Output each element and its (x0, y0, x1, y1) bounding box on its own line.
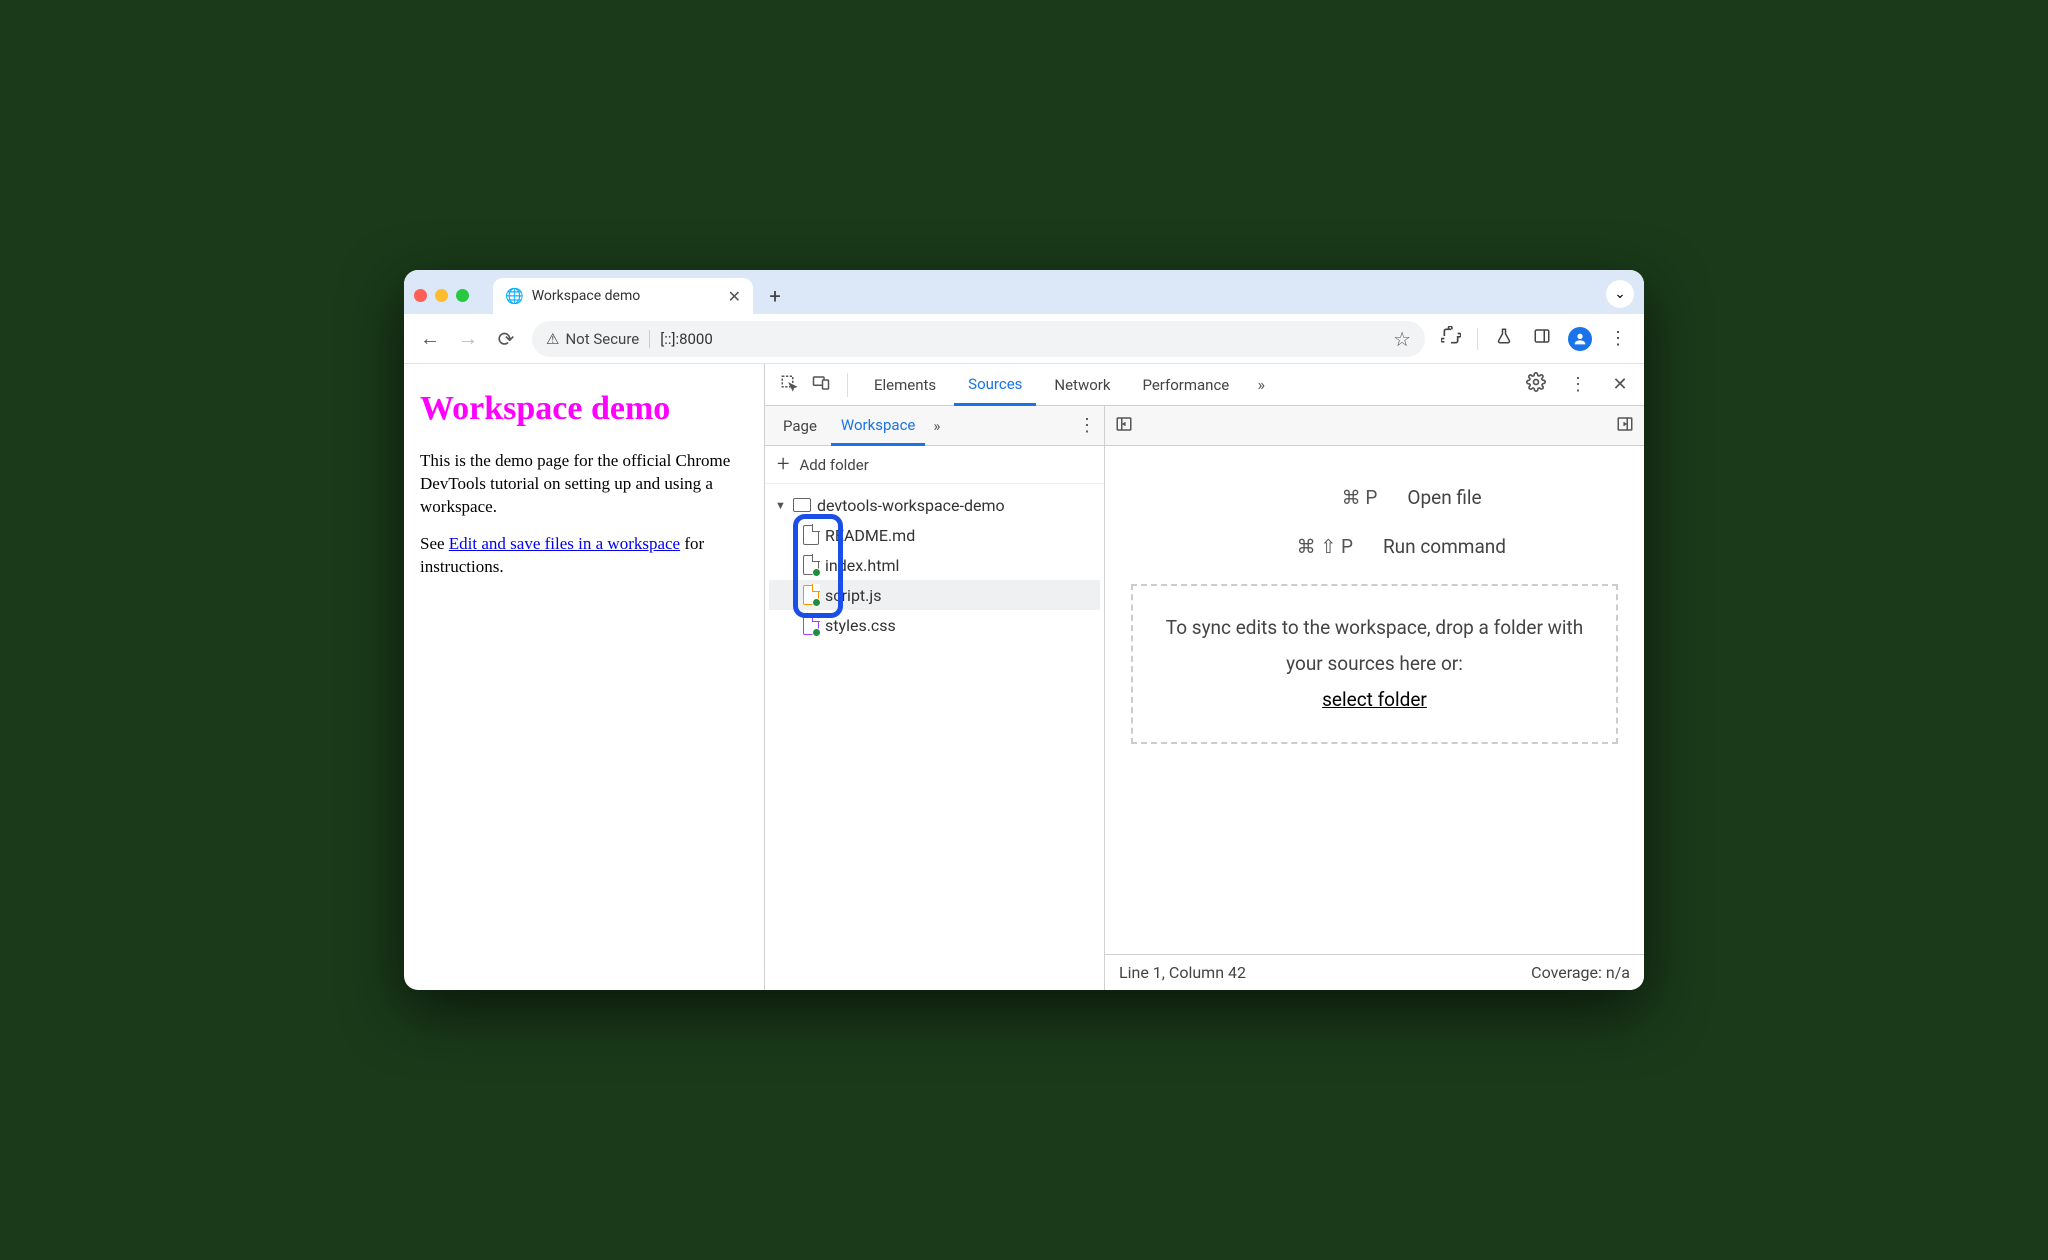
tab-elements[interactable]: Elements (860, 364, 950, 405)
drop-zone-text: To sync edits to the workspace, drop a f… (1161, 610, 1588, 682)
tab-search-button[interactable]: ⌄ (1606, 280, 1634, 308)
bookmark-icon[interactable]: ☆ (1393, 327, 1411, 351)
file-styles-css[interactable]: styles.css (769, 610, 1100, 640)
browser-window: 🌐 Workspace demo ✕ + ⌄ ← → ⟳ ⚠ Not Secur… (404, 270, 1644, 990)
coverage-status: Coverage: n/a (1531, 963, 1630, 982)
devtools-panel: Elements Sources Network Performance » ⋮… (764, 364, 1644, 990)
file-icon (803, 615, 819, 635)
file-index-html[interactable]: index.html (769, 550, 1100, 580)
minimize-window-button[interactable] (435, 289, 448, 302)
shortcut-label: Open file (1407, 486, 1481, 509)
profile-button[interactable] (1568, 327, 1592, 351)
security-chip[interactable]: ⚠ Not Secure (546, 330, 639, 348)
page-content: Workspace demo This is the demo page for… (404, 364, 764, 990)
browser-menu-button[interactable]: ⋮ (1606, 328, 1630, 349)
file-label: README.md (825, 526, 915, 545)
side-panel-icon[interactable] (1530, 327, 1554, 350)
devtools-menu-icon[interactable]: ⋮ (1564, 374, 1592, 395)
cursor-position: Line 1, Column 42 (1119, 963, 1246, 982)
extensions-icon[interactable] (1439, 326, 1463, 351)
file-label: script.js (825, 586, 881, 605)
select-folder-link[interactable]: select folder (1322, 688, 1427, 711)
labs-icon[interactable] (1492, 327, 1516, 350)
add-folder-label: Add folder (799, 456, 868, 474)
hint-run-command: ⌘ ⇧ P Run command (1243, 535, 1506, 558)
warning-icon: ⚠ (546, 330, 559, 348)
browser-toolbar: ← → ⟳ ⚠ Not Secure [::]:8000 ☆ ⋮ (404, 314, 1644, 364)
page-heading: Workspace demo (420, 386, 748, 432)
tab-network[interactable]: Network (1040, 364, 1124, 405)
page-paragraph-2: See Edit and save files in a workspace f… (420, 533, 748, 579)
file-label: index.html (825, 556, 899, 575)
file-readme[interactable]: README.md (769, 520, 1100, 550)
close-tab-button[interactable]: ✕ (728, 287, 741, 306)
window-controls (414, 276, 469, 314)
more-tabs-icon[interactable]: » (1247, 375, 1275, 394)
new-tab-button[interactable]: + (759, 278, 791, 314)
collapse-debugger-icon[interactable] (1616, 415, 1634, 437)
shortcut-keys: ⌘ P (1267, 486, 1377, 509)
maximize-window-button[interactable] (456, 289, 469, 302)
folder-name: devtools-workspace-demo (817, 496, 1005, 515)
workspace-drop-zone[interactable]: To sync edits to the workspace, drop a f… (1131, 584, 1618, 744)
url-text: [::]:8000 (660, 330, 713, 348)
subtab-page[interactable]: Page (773, 406, 827, 445)
devtools-body: Page Workspace » ⋮ + Add folder ▼ (765, 406, 1644, 990)
folder-icon (793, 498, 811, 512)
file-label: styles.css (825, 616, 896, 635)
sources-editor-pane: ⌘ P Open file ⌘ ⇧ P Run command To sync … (1105, 406, 1644, 990)
collapse-navigator-icon[interactable] (1115, 415, 1133, 437)
settings-icon[interactable] (1522, 372, 1550, 397)
content-area: Workspace demo This is the demo page for… (404, 364, 1644, 990)
browser-tab[interactable]: 🌐 Workspace demo ✕ (493, 278, 753, 314)
file-icon (803, 525, 819, 545)
globe-icon: 🌐 (505, 287, 524, 305)
tab-strip: 🌐 Workspace demo ✕ + ⌄ (404, 270, 1644, 314)
inspect-icon[interactable] (775, 374, 803, 396)
editor-toolbar (1105, 406, 1644, 446)
sources-navigator: Page Workspace » ⋮ + Add folder ▼ (765, 406, 1105, 990)
add-folder-button[interactable]: + Add folder (765, 446, 1104, 484)
reload-button[interactable]: ⟳ (494, 327, 518, 351)
navigator-menu-icon[interactable]: ⋮ (1078, 415, 1096, 436)
editor-empty-state: ⌘ P Open file ⌘ ⇧ P Run command To sync … (1105, 446, 1644, 954)
file-icon (803, 555, 819, 575)
caret-down-icon: ▼ (775, 499, 787, 512)
shortcut-keys: ⌘ ⇧ P (1243, 535, 1353, 558)
tab-title: Workspace demo (532, 288, 641, 304)
address-bar[interactable]: ⚠ Not Secure [::]:8000 ☆ (532, 321, 1425, 357)
page-paragraph-1: This is the demo page for the official C… (420, 450, 748, 519)
hint-open-file: ⌘ P Open file (1267, 486, 1481, 509)
devtools-tabs: Elements Sources Network Performance » ⋮… (765, 364, 1644, 406)
back-button[interactable]: ← (418, 326, 442, 351)
device-toggle-icon[interactable] (807, 374, 835, 396)
shortcut-label: Run command (1383, 535, 1506, 558)
subtab-workspace[interactable]: Workspace (831, 407, 925, 446)
tab-performance[interactable]: Performance (1128, 364, 1243, 405)
editor-status-bar: Line 1, Column 42 Coverage: n/a (1105, 954, 1644, 990)
navigator-tabs: Page Workspace » ⋮ (765, 406, 1104, 446)
file-tree: ▼ devtools-workspace-demo README.md inde… (765, 484, 1104, 646)
file-icon (803, 585, 819, 605)
plus-icon: + (777, 452, 789, 477)
forward-button[interactable]: → (456, 326, 480, 351)
close-window-button[interactable] (414, 289, 427, 302)
close-devtools-icon[interactable]: ✕ (1606, 374, 1634, 395)
security-label: Not Secure (565, 330, 639, 348)
more-subtabs-icon[interactable]: » (933, 417, 940, 435)
file-script-js[interactable]: script.js (769, 580, 1100, 610)
tree-folder[interactable]: ▼ devtools-workspace-demo (769, 490, 1100, 520)
tab-sources[interactable]: Sources (954, 365, 1036, 406)
workspace-tutorial-link[interactable]: Edit and save files in a workspace (449, 534, 680, 553)
